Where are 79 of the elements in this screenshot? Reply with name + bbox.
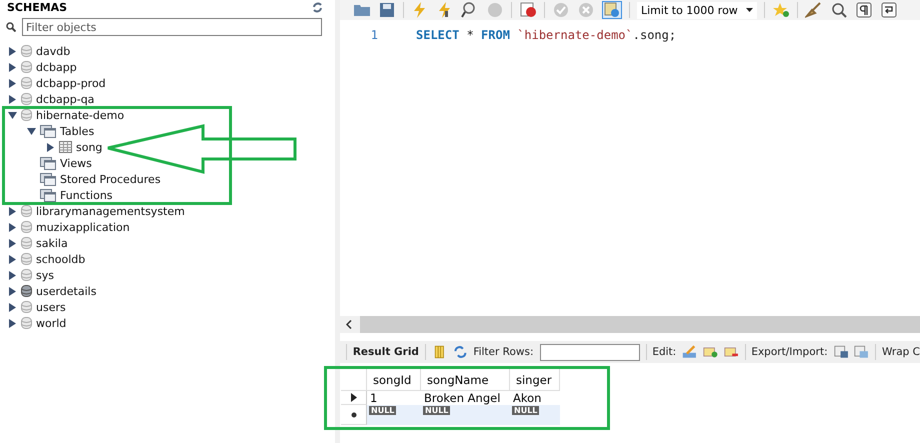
tree-item[interactable]: dcbapp [36, 60, 77, 74]
search-icon[interactable] [830, 2, 848, 18]
tree-item[interactable]: librarymanagementsystem [36, 204, 185, 218]
column-header[interactable]: songName [421, 369, 510, 391]
database-icon [21, 252, 32, 266]
sql-editor[interactable]: 1 SELECT * FROM `hibernate-demo`.song; [340, 20, 920, 316]
caret-icon [746, 8, 753, 12]
tree-item[interactable]: sys [36, 268, 54, 282]
table-icon [59, 141, 72, 153]
current-row-icon [350, 393, 356, 402]
autocommit-icon[interactable] [603, 2, 621, 18]
database-icon [21, 220, 32, 234]
stop-icon[interactable] [519, 2, 537, 18]
column-header[interactable]: singer [510, 369, 560, 391]
paragraph-icon[interactable] [855, 2, 873, 18]
tree-item[interactable]: song [76, 140, 102, 154]
check-icon[interactable] [552, 2, 570, 18]
tree-item[interactable]: muzixapplication [36, 220, 130, 234]
collapse-arrow-icon[interactable] [27, 126, 36, 136]
tree-item[interactable]: dcbapp-qa [36, 92, 94, 106]
table-cell: Akon [513, 390, 542, 404]
folder-icon [40, 156, 56, 170]
database-icon [21, 92, 32, 106]
export-import-label: Export/Import: [751, 346, 828, 358]
null-badge: NULL [369, 406, 396, 415]
database-icon [21, 76, 32, 90]
folder-icon[interactable] [353, 2, 371, 18]
tree-item[interactable]: Tables [60, 124, 94, 138]
folder-icon [40, 188, 56, 202]
line-number: 1 [370, 28, 378, 44]
tree-item[interactable]: Views [60, 156, 92, 170]
null-badge: NULL [423, 406, 450, 415]
tree-item[interactable]: davdb [36, 44, 70, 58]
export-icon[interactable] [834, 344, 848, 360]
database-icon [21, 108, 32, 122]
collapse-arrow-icon[interactable] [8, 110, 17, 120]
database-icon [21, 316, 32, 330]
search-icon [6, 22, 16, 32]
database-icon [21, 236, 32, 250]
folder-icon [40, 124, 56, 138]
limit-dropdown[interactable]: Limit to 1000 row [637, 2, 757, 18]
tree-item[interactable]: world [36, 316, 66, 330]
database-icon [21, 284, 32, 298]
database-icon [21, 268, 32, 282]
filter-label: Filter Rows: [473, 346, 534, 358]
result-grid-tab[interactable]: Result Grid [352, 346, 419, 358]
edit-label: Edit: [652, 346, 676, 358]
tree-item[interactable]: hibernate-demo [36, 108, 124, 122]
filter-rows-field[interactable] [540, 344, 640, 360]
sql-statement: SELECT * FROM `hibernate-demo`.song; [415, 28, 676, 44]
import-icon[interactable] [854, 344, 870, 360]
table-cell: 1 [370, 390, 378, 404]
save-icon[interactable] [378, 2, 396, 18]
tree-item[interactable]: userdetails [36, 284, 96, 298]
expand-arrow-icon[interactable] [46, 142, 55, 152]
tree-item[interactable]: schooldb [36, 252, 86, 266]
refresh-icon[interactable] [452, 344, 468, 360]
tree-item[interactable]: dcbapp-prod [36, 76, 106, 90]
star-icon[interactable] [772, 2, 790, 18]
folder-icon [40, 172, 56, 186]
panel-title: SCHEMAS [7, 1, 68, 14]
tree-item[interactable]: Functions [60, 188, 113, 202]
refresh-icon[interactable] [312, 2, 323, 13]
tree-item[interactable]: users [36, 300, 66, 314]
database-icon [21, 44, 32, 58]
database-icon [21, 300, 32, 314]
scroll-left-icon[interactable] [346, 320, 352, 329]
scrollbar-thumb[interactable] [360, 316, 920, 333]
database-icon [21, 60, 32, 74]
tree-item[interactable]: Stored Procedures [60, 172, 161, 186]
wrap-label: Wrap C [882, 346, 920, 358]
column-header[interactable]: songId [367, 369, 421, 391]
grid-corner [341, 369, 367, 391]
tree-item[interactable]: sakila [36, 236, 68, 250]
null-badge: NULL [512, 406, 540, 415]
database-icon [21, 204, 32, 218]
filter-field[interactable]: Filter objects [22, 18, 322, 36]
table-cell: Broken Angel [424, 390, 500, 404]
wrap-icon[interactable] [880, 2, 898, 18]
